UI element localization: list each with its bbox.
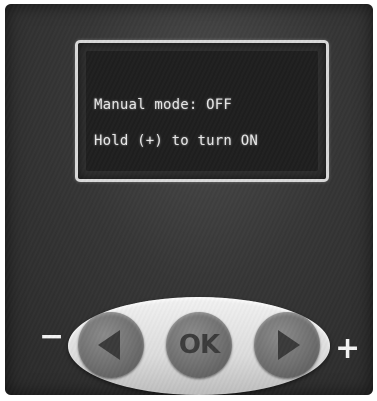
lcd-bezel: Manual mode: OFF Hold (+) to turn ON [75, 40, 329, 182]
right-button[interactable] [254, 312, 320, 378]
left-triangle-icon [98, 330, 120, 360]
lcd-line-mode: Manual mode: OFF [94, 97, 233, 113]
lcd-line-instruction: Hold (+) to turn ON [94, 133, 258, 149]
plus-label: + [335, 331, 361, 366]
controller-panel: Manual mode: OFF Hold (+) to turn ON − O… [5, 4, 373, 395]
ok-button-label: OK [178, 330, 220, 360]
ok-button[interactable]: OK [166, 312, 232, 378]
lcd-screen: Manual mode: OFF Hold (+) to turn ON [86, 51, 318, 171]
left-button[interactable] [78, 312, 144, 378]
minus-label: − [39, 319, 65, 354]
keypad: OK [68, 297, 330, 395]
right-triangle-icon [278, 330, 300, 360]
